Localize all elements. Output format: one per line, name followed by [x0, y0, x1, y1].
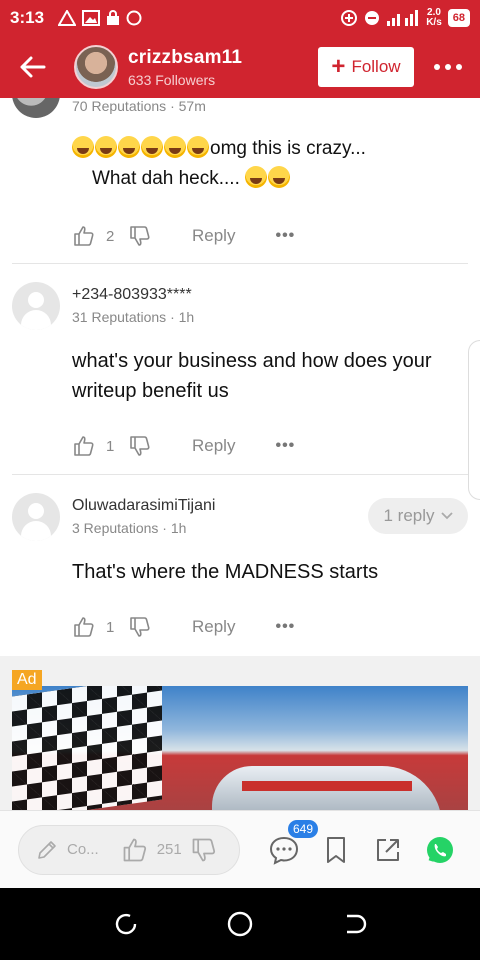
laughing-emoji-icon — [72, 136, 94, 158]
thumbs-up-icon[interactable] — [72, 224, 96, 248]
comment-actions: 1 Reply ••• — [72, 613, 295, 641]
profile-username: crizzbsam11 — [128, 46, 243, 68]
plus-icon: + — [331, 53, 346, 80]
network-speed: 2.0 K/s — [426, 8, 442, 28]
emoji-row — [72, 136, 210, 159]
back-arrow-icon — [20, 56, 46, 78]
commenter-name[interactable]: +234-803933**** — [72, 286, 192, 304]
pencil-icon — [38, 840, 56, 859]
reply-button[interactable]: Reply — [192, 226, 235, 246]
grinning-sweat-emoji-icon — [268, 166, 291, 188]
ad-label: Ad — [12, 670, 42, 690]
thumbs-up-icon[interactable] — [121, 836, 149, 864]
comment-meta: 70 Reputations · 57m — [72, 98, 206, 114]
comment-actions: 2 Reply ••• — [72, 222, 295, 250]
thumbs-up-icon[interactable] — [72, 434, 96, 458]
lock-icon — [107, 10, 120, 25]
commenter-avatar[interactable] — [12, 98, 60, 118]
image-icon — [82, 10, 101, 26]
share-button[interactable] — [372, 834, 404, 866]
like-count: 1 — [106, 437, 115, 455]
bookmark-button[interactable] — [320, 834, 352, 866]
back-nav-icon[interactable] — [341, 911, 367, 937]
share-external-icon — [377, 838, 399, 861]
article-like-count: 251 — [156, 841, 182, 858]
bottom-action-bar: Co... 251 649 — [0, 810, 480, 888]
comment-input-pill[interactable]: Co... 251 — [18, 824, 240, 875]
whatsapp-share-button[interactable] — [424, 834, 456, 866]
comment-text: what's your business and how does your w… — [72, 350, 432, 402]
whatsapp-status-icon — [126, 10, 142, 26]
like-count: 1 — [106, 618, 115, 636]
warning-icon — [58, 10, 77, 26]
laughing-emoji-icon — [95, 136, 117, 158]
status-time: 3:13 — [10, 8, 45, 27]
back-button[interactable] — [12, 47, 52, 87]
laughing-emoji-icon — [118, 136, 140, 158]
laughing-emoji-icon — [164, 136, 186, 158]
grinning-sweat-emoji-icon — [245, 166, 268, 188]
system-nav-bar — [0, 888, 480, 960]
comment-text-line2: What dah heck.... — [92, 168, 240, 189]
do-not-disturb-icon — [365, 11, 380, 25]
comment-meta: 3 Reputations · 1h — [72, 520, 187, 536]
divider — [12, 474, 468, 475]
whatsapp-icon — [427, 836, 453, 863]
more-dots-icon — [434, 64, 462, 70]
comment-list[interactable]: 70 Reputations · 57m omg this is crazy..… — [0, 98, 480, 810]
commenter-avatar[interactable] — [12, 493, 60, 541]
comment-placeholder: Co... — [67, 841, 99, 858]
thumbs-down-icon[interactable] — [128, 434, 152, 458]
comment-text: omg this is crazy... What dah heck.... — [72, 134, 467, 194]
system-icons: 2.0 K/s 68 — [340, 8, 470, 28]
recent-apps-icon[interactable] — [113, 911, 139, 937]
data-saver-icon — [341, 10, 358, 26]
comment-more-icon[interactable]: ••• — [275, 618, 295, 636]
checkered-flag-image — [12, 686, 162, 810]
comment-more-icon[interactable]: ••• — [275, 437, 295, 455]
ad-banner[interactable] — [12, 686, 468, 810]
laughing-emoji-icon — [187, 136, 209, 158]
more-options-button[interactable] — [428, 63, 468, 71]
notification-icons — [58, 10, 142, 26]
laughing-emoji-icon — [141, 136, 163, 158]
side-drawer-handle[interactable] — [468, 340, 480, 500]
profile-header: crizzbsam11 633 Followers + Follow — [0, 36, 480, 98]
commenter-avatar[interactable] — [12, 282, 60, 330]
reply-button[interactable]: Reply — [192, 436, 235, 456]
user-info[interactable]: crizzbsam11 633 Followers — [128, 47, 242, 88]
thumbs-down-icon[interactable] — [128, 615, 152, 639]
comment-text: That's where the MADNESS starts — [72, 561, 379, 583]
replies-count-label: 1 reply — [383, 506, 435, 525]
home-icon[interactable] — [226, 910, 254, 938]
comment-text-line1: omg this is crazy... — [210, 138, 366, 159]
thumbs-up-icon[interactable] — [72, 615, 96, 639]
race-car-stripe — [242, 781, 412, 791]
status-bar: 3:13 2.0 K/s 68 — [0, 0, 480, 36]
profile-avatar[interactable] — [74, 45, 118, 89]
follow-button[interactable]: + Follow — [318, 47, 414, 87]
article-likes: 251 — [121, 836, 218, 864]
comment-bubble-icon — [269, 836, 299, 865]
battery-indicator: 68 — [447, 9, 470, 27]
bottom-icons: 649 — [268, 819, 456, 866]
follower-count: 633 Followers — [128, 71, 216, 88]
thumbs-down-icon[interactable] — [190, 836, 218, 864]
comment-count-badge: 649 — [288, 819, 319, 838]
comment-more-icon[interactable]: ••• — [275, 227, 295, 245]
thumbs-down-icon[interactable] — [128, 224, 152, 248]
comment-meta: 31 Reputations · 1h — [72, 309, 195, 325]
view-replies-button[interactable]: 1 reply — [368, 498, 468, 534]
chevron-down-icon — [440, 512, 453, 520]
divider — [12, 263, 468, 264]
comments-button[interactable]: 649 — [268, 819, 319, 866]
like-count: 2 — [106, 227, 115, 245]
signal-icon — [387, 10, 419, 26]
commenter-name[interactable]: OluwadarasimiTijani — [72, 497, 215, 515]
reply-button[interactable]: Reply — [192, 617, 235, 637]
network-speed-unit: K/s — [426, 17, 442, 28]
follow-label: Follow — [351, 57, 401, 76]
comment-actions: 1 Reply ••• — [72, 432, 295, 460]
bookmark-icon — [327, 836, 345, 863]
